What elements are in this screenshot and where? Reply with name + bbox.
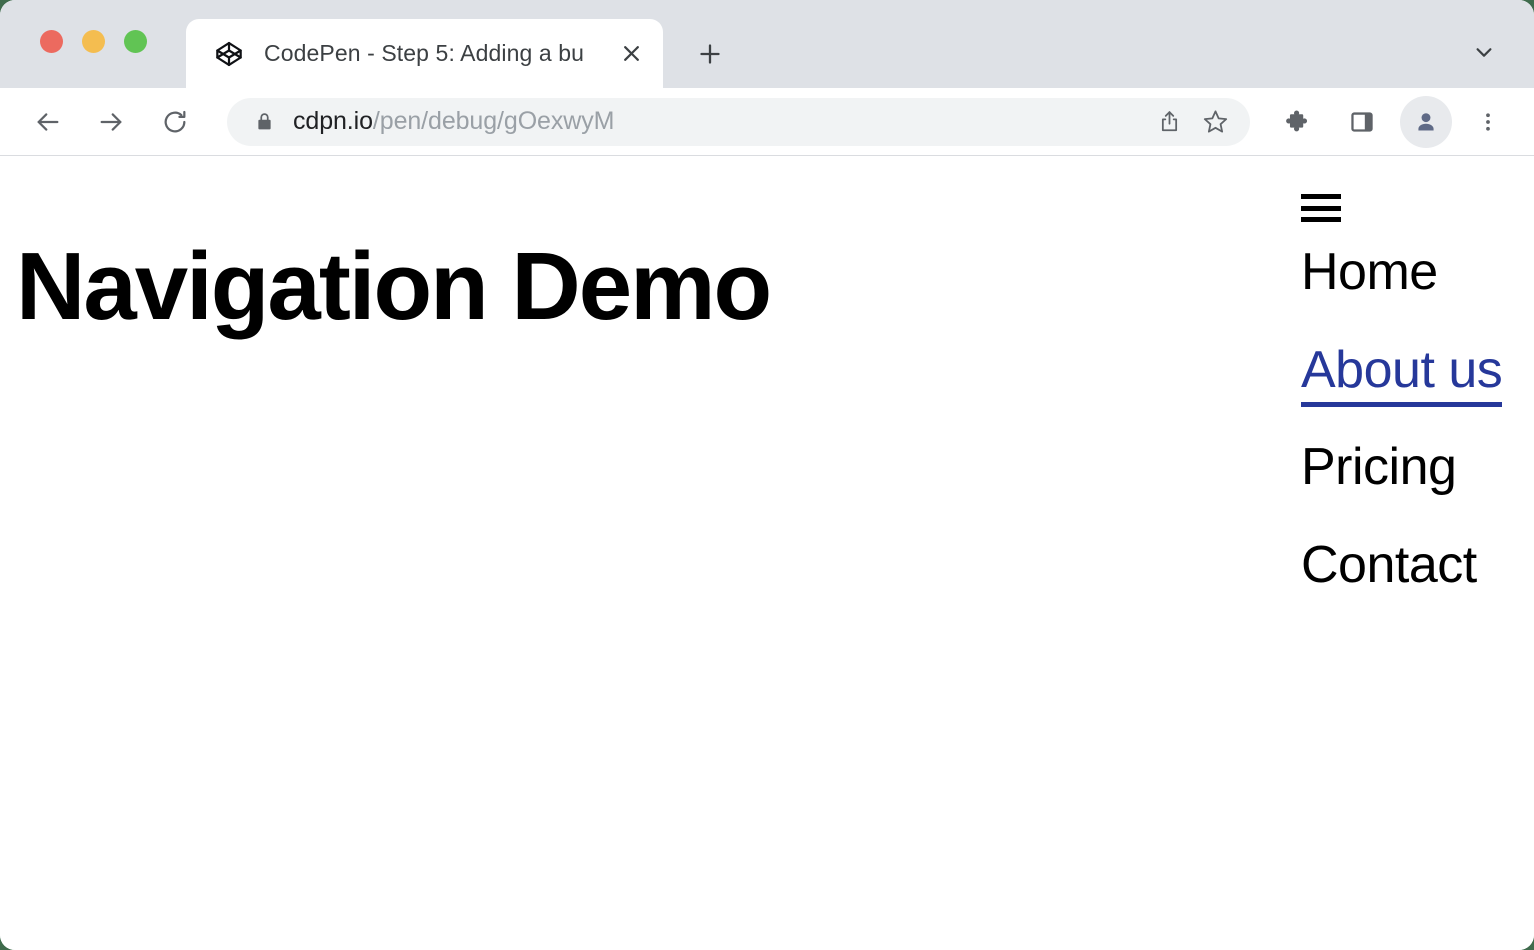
url-host: cdpn.io (293, 107, 373, 135)
address-bar[interactable]: cdpn.io/pen/debug/gOexwyM (227, 98, 1250, 146)
tab-close-icon[interactable] (611, 34, 651, 74)
hamburger-bar-3 (1301, 217, 1341, 222)
profile-avatar-icon[interactable] (1400, 96, 1452, 148)
nav-item-about-us[interactable]: About us (1301, 342, 1502, 408)
reload-icon[interactable] (149, 96, 201, 148)
new-tab-button[interactable] (683, 31, 737, 77)
hamburger-bar-1 (1301, 194, 1341, 199)
codepen-logo-icon (214, 39, 244, 69)
page-viewport: Navigation Demo Home About us Pricing Co… (0, 156, 1534, 950)
window-traffic-lights (40, 30, 147, 53)
three-dot-menu-icon[interactable] (1462, 96, 1514, 148)
side-panel-icon[interactable] (1336, 96, 1388, 148)
forward-arrow-icon[interactable] (85, 96, 137, 148)
share-icon[interactable] (1146, 99, 1192, 145)
nav-item-pricing[interactable]: Pricing (1301, 439, 1456, 496)
back-arrow-icon[interactable] (22, 96, 74, 148)
nav-item-contact[interactable]: Contact (1301, 537, 1477, 594)
window-close-button[interactable] (40, 30, 63, 53)
hamburger-menu-icon[interactable] (1301, 194, 1341, 222)
url-path: /pen/debug/gOexwyM (373, 107, 614, 135)
window-minimize-button[interactable] (82, 30, 105, 53)
hamburger-bar-2 (1301, 206, 1341, 211)
url-text: cdpn.io/pen/debug/gOexwyM (293, 107, 1146, 136)
nav-item-home[interactable]: Home (1301, 244, 1438, 301)
browser-toolbar: cdpn.io/pen/debug/gOexwyM (0, 88, 1534, 156)
tab-search-button[interactable] (1460, 30, 1508, 74)
puzzle-icon[interactable] (1272, 96, 1324, 148)
window-maximize-button[interactable] (124, 30, 147, 53)
tab-strip: CodePen - Step 5: Adding a bu (0, 0, 1534, 88)
star-icon[interactable] (1192, 99, 1238, 145)
site-navigation: Home About us Pricing Contact (1301, 194, 1501, 594)
tab-title: CodePen - Step 5: Adding a bu (264, 40, 663, 67)
browser-window: CodePen - Step 5: Adding a bu (0, 0, 1534, 950)
browser-tab[interactable]: CodePen - Step 5: Adding a bu (186, 19, 663, 88)
lock-icon (253, 111, 275, 132)
page-title: Navigation Demo (16, 239, 770, 335)
